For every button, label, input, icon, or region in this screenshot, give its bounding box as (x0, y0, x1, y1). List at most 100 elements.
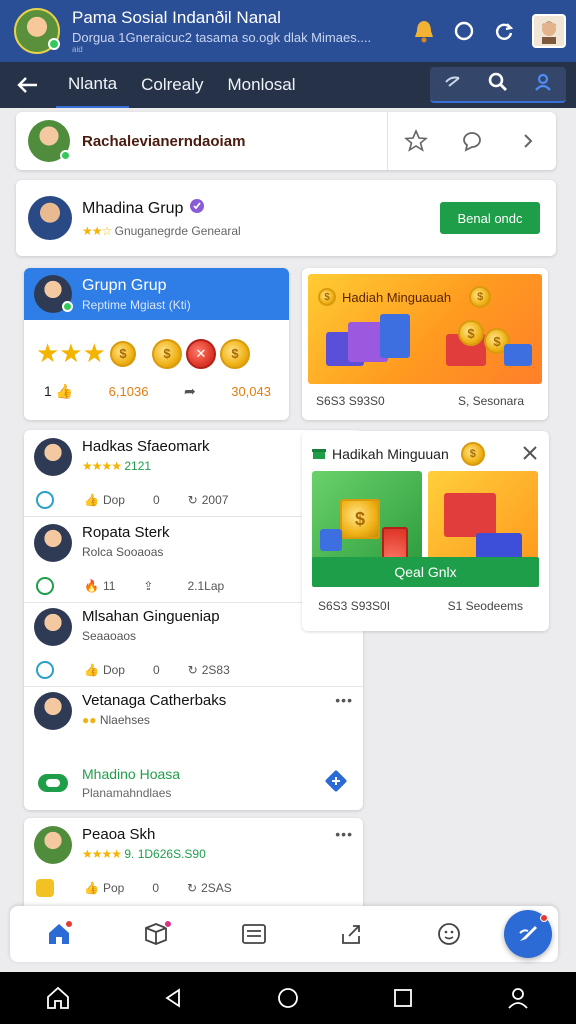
profile-avatar[interactable] (532, 14, 566, 48)
reward-footer-left: S6S3 S93S0I (318, 599, 391, 613)
share-count: 2007 (201, 493, 229, 507)
share-icon[interactable]: ↻ (187, 881, 197, 895)
group-panel-card[interactable]: Grupn Grup Reptime Mgiast (Kti) ★★★ $ $ … (24, 268, 289, 420)
online-indicator (62, 301, 73, 312)
group-avatar (28, 196, 72, 240)
list-item[interactable]: Peaoa Skh ★★★★ 9. 1D626S.S90 ••• 👍 Pop 0 … (24, 818, 363, 904)
member-sub: Rolca Sooaoas (82, 545, 164, 559)
profile-tab-icon[interactable] (429, 914, 469, 954)
coin-icon: $ (458, 320, 484, 346)
group-logo-avatar[interactable] (14, 8, 60, 54)
back-triangle-icon[interactable] (153, 978, 193, 1018)
profile-card[interactable]: Rachalevianerndaoiam (16, 112, 556, 170)
group-panel-avatar (34, 275, 73, 313)
home-circle-icon[interactable] (268, 978, 308, 1018)
like-count: Pop (102, 881, 125, 895)
status-circle-icon[interactable] (446, 13, 482, 49)
search-icon[interactable] (488, 72, 508, 97)
member-name: Hadkas Sfaeomark (82, 438, 210, 455)
like-icon[interactable]: 👍 (56, 383, 73, 399)
notification-bell-icon[interactable] (406, 13, 442, 49)
list-item[interactable]: Vetanaga Catherbaks ●● Nlaehses ••• (24, 684, 363, 730)
member-avatar (34, 608, 72, 646)
share-icon[interactable]: ⇪ (143, 579, 153, 593)
tab-monlosal[interactable]: Monlosal (216, 62, 308, 108)
nav-actions (430, 67, 566, 103)
reward-image (428, 471, 538, 561)
gift-box-image (444, 493, 496, 537)
reward-card[interactable]: Hadikah Minguuan $ $ Qeal Gnlx S6S3 S93S… (302, 431, 549, 631)
share-count: 2S83 (201, 663, 230, 677)
member-avatar (34, 826, 72, 864)
tab-colrealy[interactable]: Colrealy (129, 62, 215, 108)
share-arrow-icon[interactable]: ➦ (184, 383, 196, 400)
member-name: Mhadino Hoasa (82, 766, 181, 782)
reward-title: Hadikah Minguuan (332, 446, 449, 462)
diamond-action-icon[interactable] (323, 768, 349, 799)
header-title: Pama Sosial Indanðil Nanal (72, 8, 281, 27)
comment-count: 0 (152, 663, 160, 677)
box-tab-icon[interactable] (136, 914, 176, 954)
member-name: Mlsahan Gingueniap (82, 608, 220, 625)
member-sub: Nlaehses (99, 713, 150, 727)
user-icon[interactable] (533, 72, 553, 97)
share-tab-icon[interactable] (332, 914, 372, 954)
notification-badge (540, 914, 548, 922)
star-icon[interactable] (388, 112, 444, 170)
share-icon[interactable]: ↻ (188, 663, 198, 677)
filter-icon[interactable] (443, 72, 463, 97)
online-indicator (60, 150, 71, 161)
comment-count: 0 (152, 881, 159, 895)
coin-icon: $ (318, 288, 336, 306)
share-icon[interactable]: ↻ (188, 493, 198, 507)
reward-coins-row: ★★★ $ $ ✕ $ (24, 320, 289, 369)
back-arrow-icon[interactable] (0, 62, 56, 108)
tab-nlanta[interactable]: Nlanta (56, 62, 130, 108)
more-options-icon[interactable]: ••• (335, 826, 353, 842)
more-options-icon[interactable]: ••• (335, 692, 353, 708)
like-icon[interactable]: 👍 (84, 881, 99, 895)
star-icon: ★★★ (36, 338, 106, 368)
refresh-icon[interactable] (486, 13, 522, 49)
reward-card[interactable]: $ Hadiah Minguauah $ $ $ S6S3 S93S0 S, S… (302, 268, 548, 420)
badge-icon (36, 661, 54, 679)
join-group-button[interactable]: Benal ondc (440, 202, 540, 234)
group-card[interactable]: Mhadina Grup ★★☆ Gnuganegrde Genearal Be… (16, 180, 556, 256)
bottom-tab-bar (10, 906, 558, 962)
group-panel-stat-1: 6,1036 (108, 384, 149, 399)
toggle-switch[interactable] (38, 774, 68, 792)
claim-reward-button[interactable]: Qeal Gnlx (312, 557, 539, 587)
home-icon[interactable] (38, 978, 78, 1018)
online-indicator (48, 38, 60, 50)
system-navigation-bar (0, 972, 576, 1024)
coin-icon: $ (340, 499, 380, 539)
list-item[interactable]: Mhadino Hoasa Planamahndlaes (24, 756, 363, 810)
close-icon[interactable] (521, 444, 539, 465)
recents-square-icon[interactable] (383, 978, 423, 1018)
chat-bubble-icon[interactable] (444, 112, 500, 170)
member-avatar (34, 692, 72, 730)
profile-avatar-small (28, 120, 71, 162)
home-tab-icon[interactable] (39, 914, 79, 954)
like-count: Dop (102, 493, 125, 507)
member-sub: 9. 1D626S.S90 (124, 847, 206, 861)
coin-icon: $ (151, 338, 182, 369)
reward-footer-right: S1 Seodeems (447, 599, 523, 613)
coin-icon: $ (469, 286, 492, 308)
list-tab-icon[interactable] (234, 914, 274, 954)
red-coin-icon (382, 527, 408, 561)
coin-icon: $ (109, 340, 136, 367)
gift-box-image (504, 344, 532, 366)
header-subtitle: Dorgua 1Gneraicuc2 tasama so.ogk dlak Mi… (72, 30, 372, 45)
reward-footer-left: S6S3 S93S0 (316, 394, 385, 408)
share-count: 2SAS (201, 881, 232, 895)
coin-icon: $ (219, 338, 250, 369)
like-icon[interactable]: 👍 (84, 663, 99, 677)
compose-fab-button[interactable] (504, 910, 552, 958)
member-sub: Planamahndlaes (82, 786, 172, 800)
like-icon[interactable]: 👍 (84, 493, 99, 507)
group-panel-count: 1 (44, 383, 52, 399)
reward-image: $ Hadiah Minguauah $ $ $ (308, 274, 542, 384)
account-icon[interactable] (498, 978, 538, 1018)
chevron-right-icon[interactable] (500, 112, 556, 170)
